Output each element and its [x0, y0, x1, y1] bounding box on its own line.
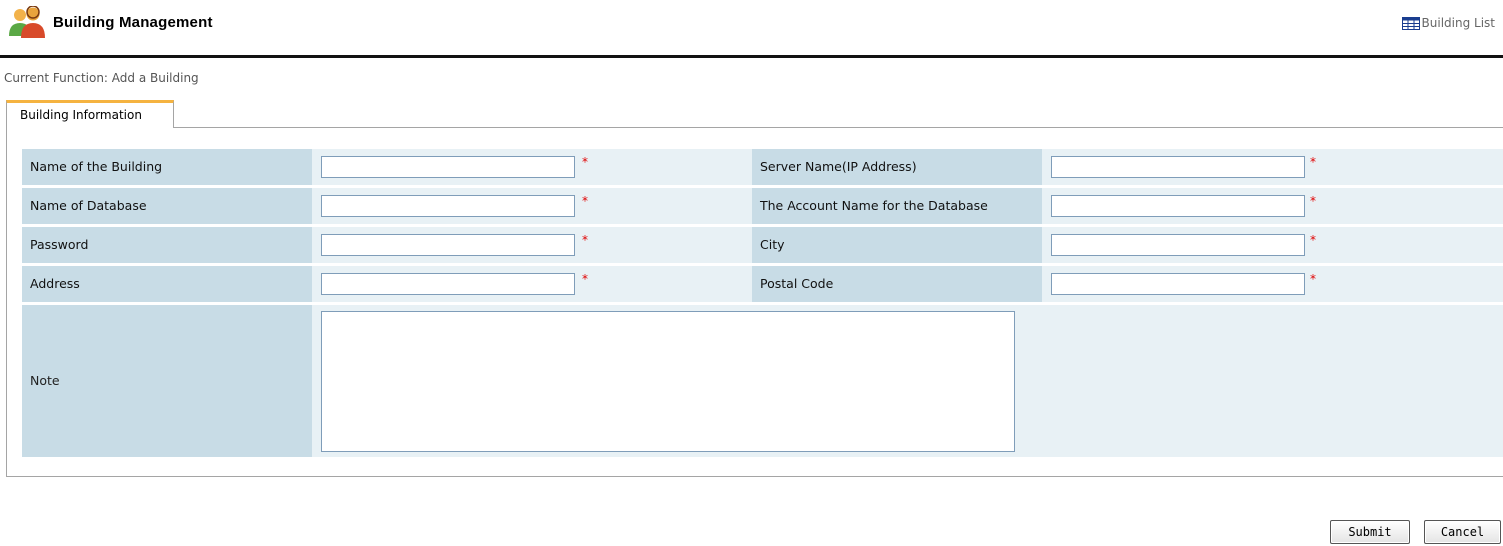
field-label: Server Name(IP Address)	[752, 149, 1042, 185]
required-marker: *	[1310, 233, 1316, 247]
submit-button[interactable]: Submit	[1330, 520, 1410, 544]
building-name-input[interactable]	[321, 156, 575, 178]
field-label: City	[752, 227, 1042, 263]
field-input-cell: *	[1042, 227, 1503, 263]
note-row: Note	[22, 305, 1503, 457]
required-marker: *	[582, 194, 588, 208]
note-label: Note	[22, 305, 312, 457]
field-input-cell: *	[1042, 149, 1503, 185]
form-row: Address * Postal Code *	[22, 266, 1503, 302]
field-input-cell: *	[312, 149, 752, 185]
postal-code-input[interactable]	[1051, 273, 1305, 295]
field-label: Postal Code	[752, 266, 1042, 302]
field-input-cell: *	[312, 227, 752, 263]
field-label: The Account Name for the Database	[752, 188, 1042, 224]
note-input-cell	[312, 305, 1503, 457]
field-label: Address	[22, 266, 312, 302]
field-input-cell: *	[312, 188, 752, 224]
database-account-input[interactable]	[1051, 195, 1305, 217]
cancel-button[interactable]: Cancel	[1424, 520, 1501, 544]
city-input[interactable]	[1051, 234, 1305, 256]
required-marker: *	[1310, 272, 1316, 286]
required-marker: *	[1310, 194, 1316, 208]
form-row: Name of Database * The Account Name for …	[22, 188, 1503, 224]
field-label: Name of Database	[22, 188, 312, 224]
required-marker: *	[1310, 155, 1316, 169]
current-function-label: Current Function: Add a Building	[4, 71, 199, 85]
building-list-label: Building List	[1421, 16, 1495, 30]
table-icon	[1401, 16, 1420, 30]
required-marker: *	[582, 233, 588, 247]
field-input-cell: *	[312, 266, 752, 302]
field-label: Name of the Building	[22, 149, 312, 185]
server-name-input[interactable]	[1051, 156, 1305, 178]
password-input[interactable]	[321, 234, 575, 256]
form-row: Name of the Building * Server Name(IP Ad…	[22, 149, 1503, 185]
page-title: Building Management	[53, 14, 213, 31]
note-textarea[interactable]	[321, 311, 1015, 452]
form-row: Password * City *	[22, 227, 1503, 263]
building-list-link[interactable]: Building List	[1401, 16, 1495, 30]
field-input-cell: *	[1042, 266, 1503, 302]
field-input-cell: *	[1042, 188, 1503, 224]
field-label: Password	[22, 227, 312, 263]
users-icon	[9, 6, 45, 38]
tab-building-information[interactable]: Building Information	[6, 100, 174, 128]
required-marker: *	[582, 155, 588, 169]
required-marker: *	[582, 272, 588, 286]
database-name-input[interactable]	[321, 195, 575, 217]
page-header: Building Management Building List	[0, 0, 1503, 58]
address-input[interactable]	[321, 273, 575, 295]
